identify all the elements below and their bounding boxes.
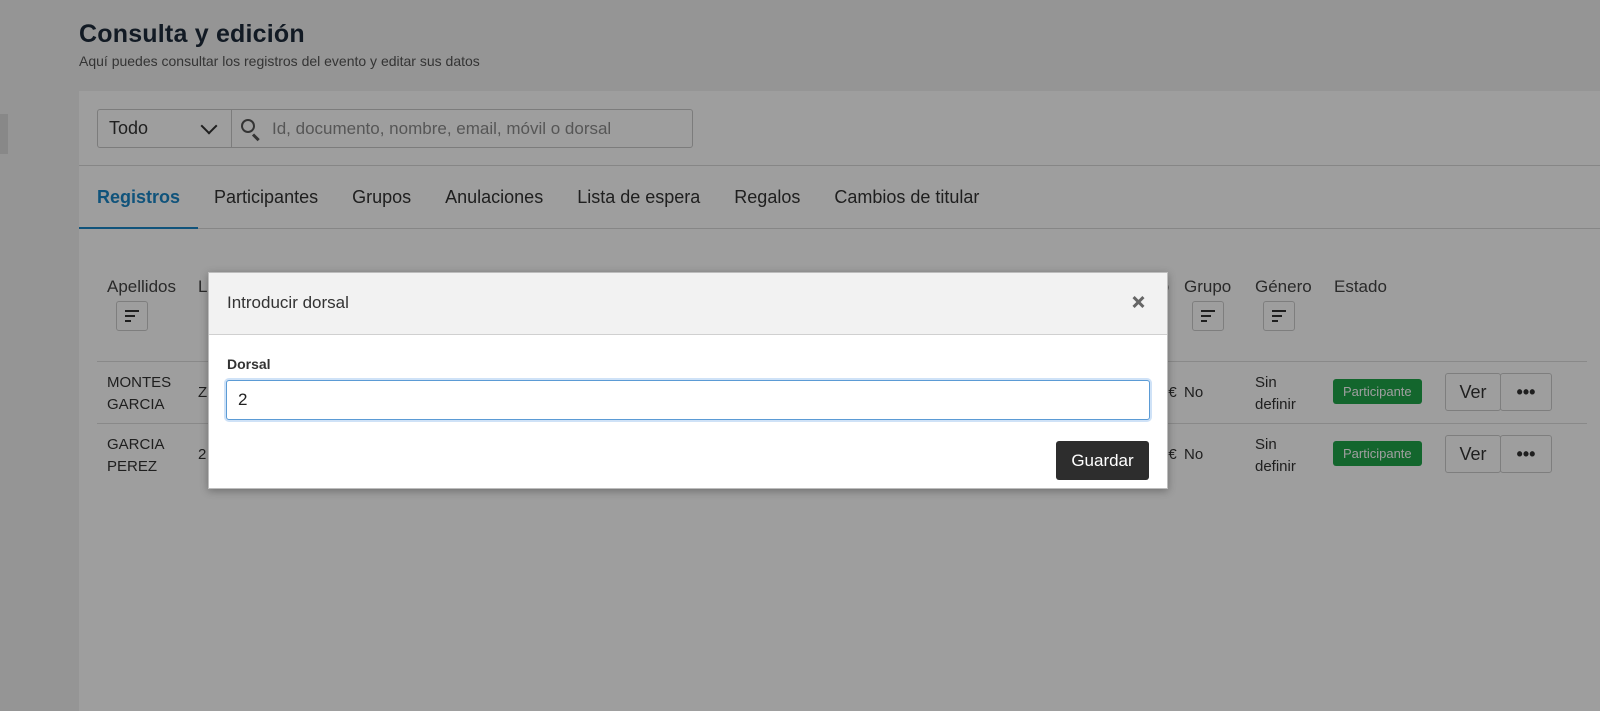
- modal-title: Introducir dorsal: [227, 293, 349, 312]
- dorsal-input[interactable]: [226, 380, 1150, 420]
- dorsal-label: Dorsal: [227, 356, 271, 372]
- modal-header: Introducir dorsal: [209, 273, 1167, 335]
- save-button[interactable]: Guardar: [1056, 441, 1149, 480]
- dorsal-modal: Introducir dorsal Dorsal Guardar: [208, 272, 1168, 489]
- close-icon[interactable]: [1131, 295, 1145, 309]
